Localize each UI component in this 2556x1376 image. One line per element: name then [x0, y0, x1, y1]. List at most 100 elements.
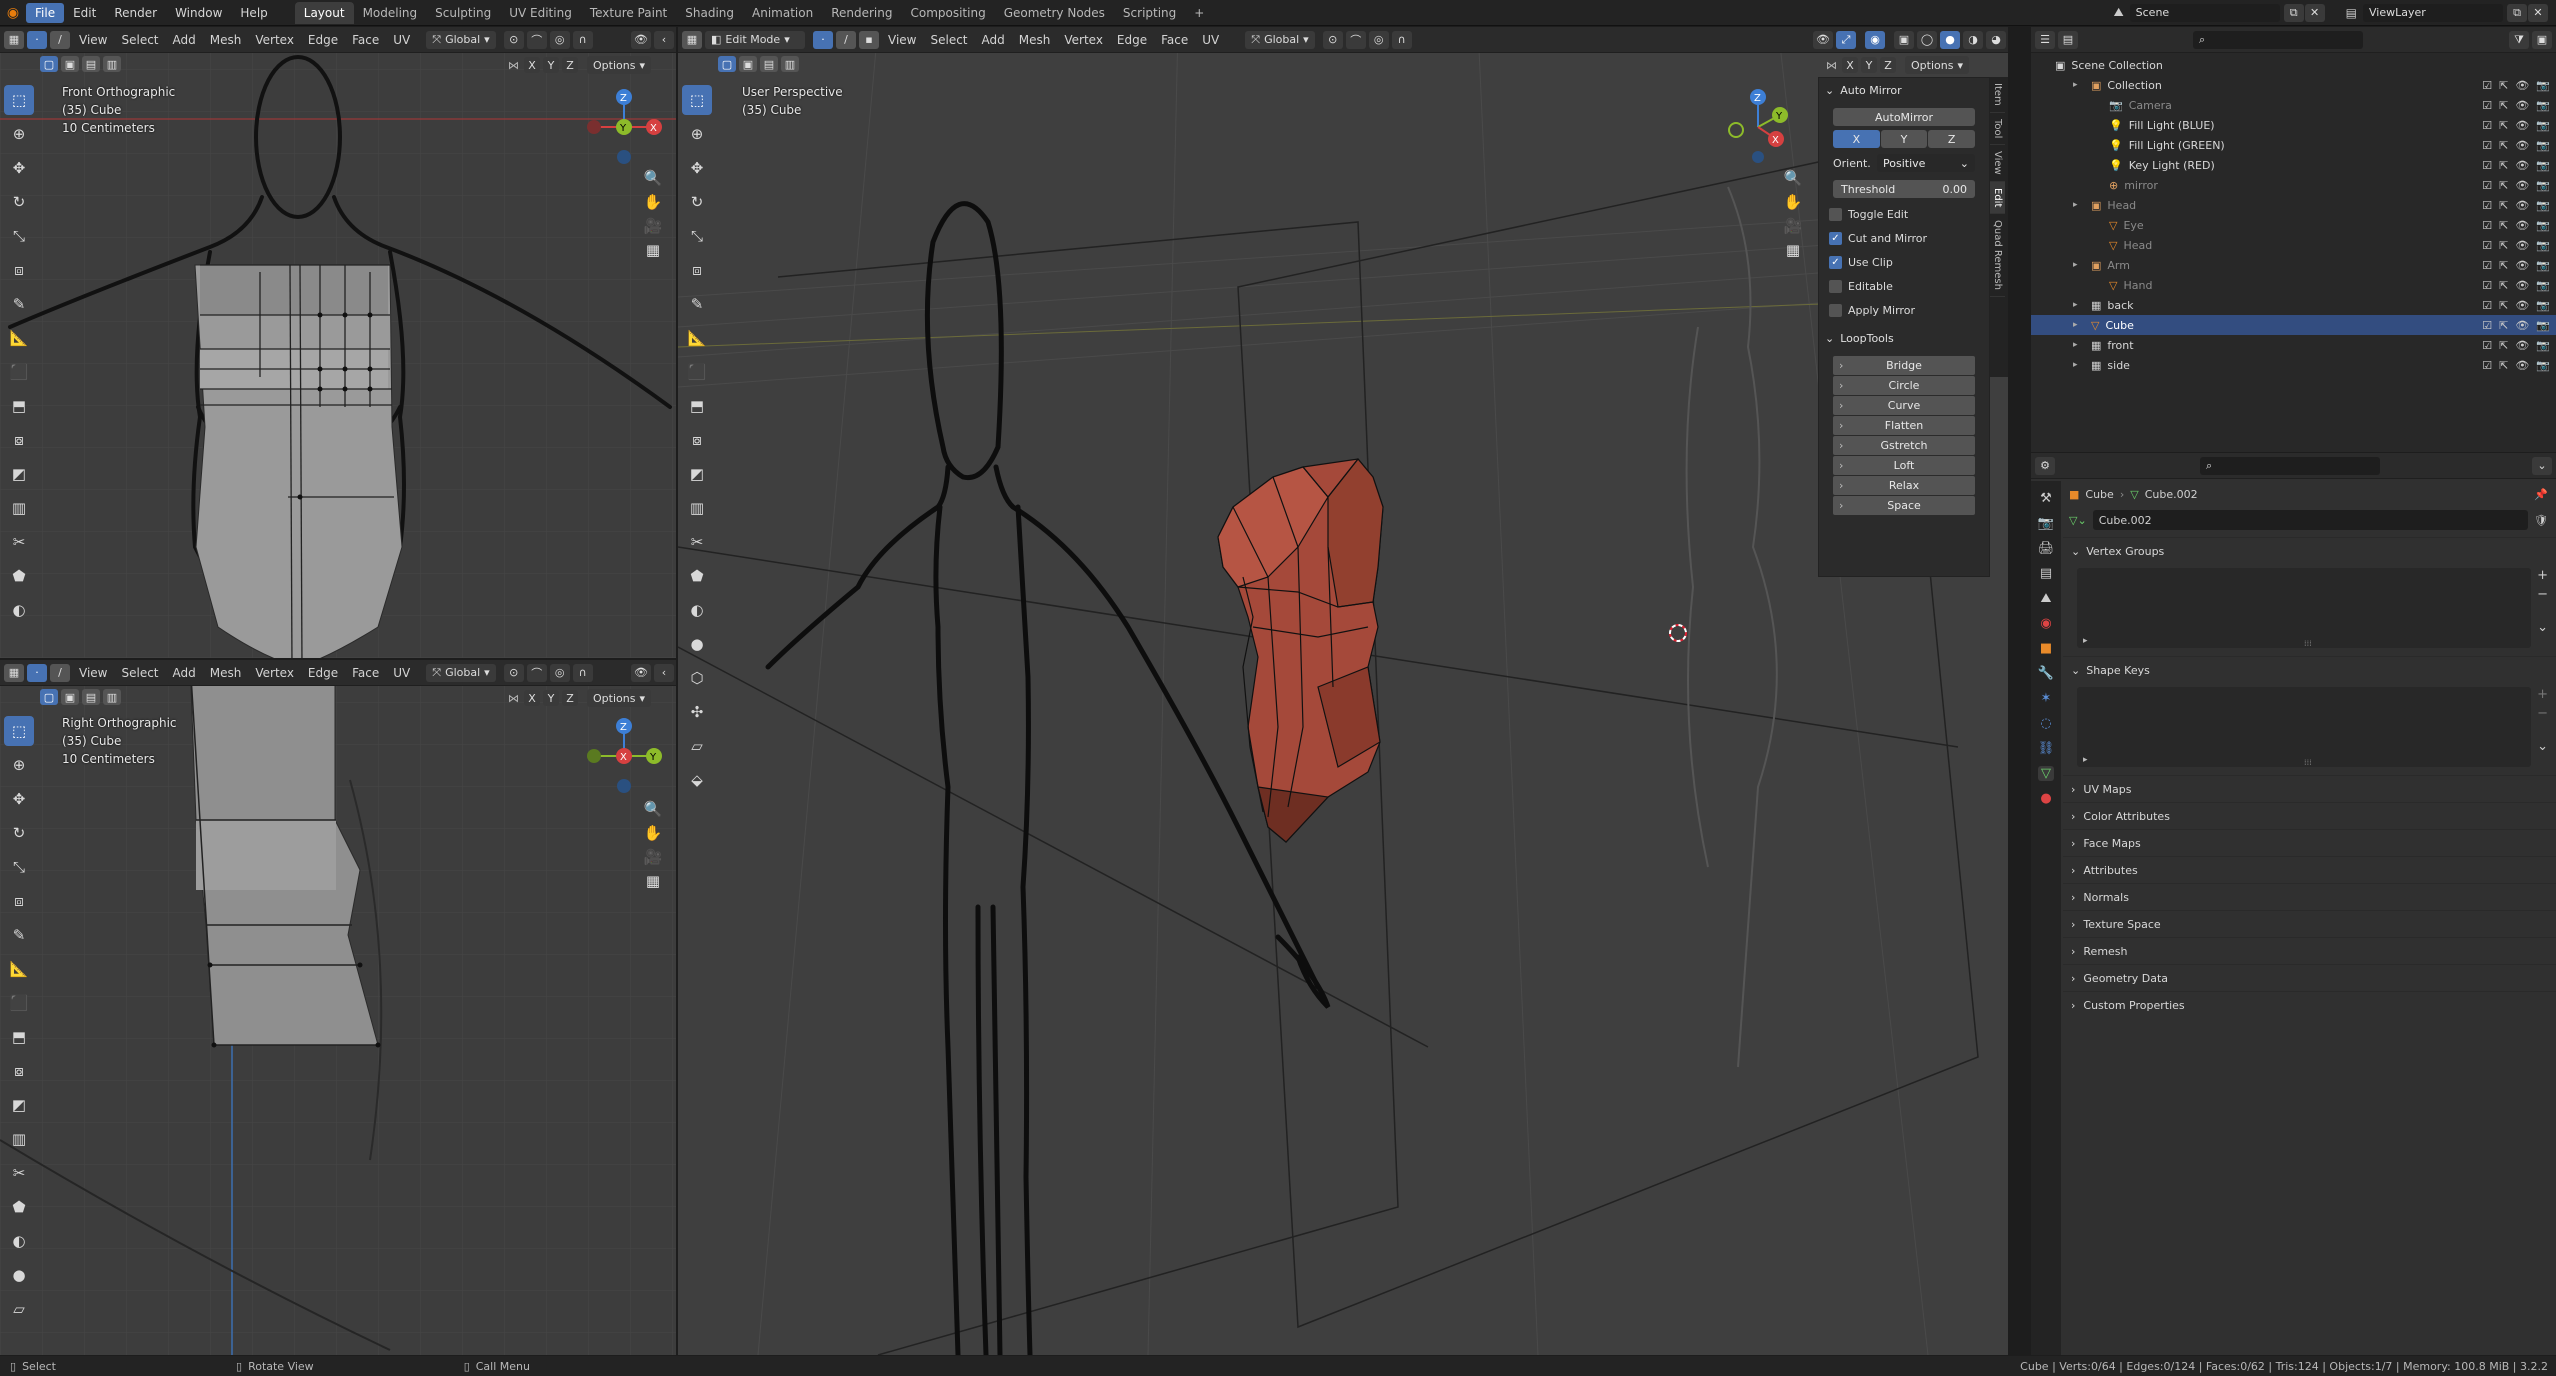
tab-shading[interactable]: Shading	[676, 2, 743, 24]
outliner-row[interactable]: ▸ ▦ back ☑ ⇱ 👁 📷	[2031, 295, 2556, 315]
camera-render-icon[interactable]: 📷	[2536, 159, 2550, 172]
camera-render-icon[interactable]: 📷	[2536, 319, 2550, 332]
loop-cut-tool[interactable]: ▥	[4, 493, 34, 523]
falloff-icon[interactable]: ∩	[572, 30, 593, 49]
outliner-row[interactable]: ▸ ▦ side ☑ ⇱ 👁 📷	[2031, 355, 2556, 375]
section-header[interactable]: › Normals	[2063, 883, 2556, 910]
menu-add[interactable]: Add	[167, 666, 202, 680]
filter-icon[interactable]: ⧩	[2509, 30, 2529, 49]
menu-add[interactable]: Add	[167, 33, 202, 47]
expand-arrow-icon[interactable]: ▸	[2073, 260, 2085, 270]
measure-tool[interactable]: 📐	[4, 323, 34, 353]
visibility-icon[interactable]: 👁	[1813, 30, 1833, 49]
menu-vertex[interactable]: Vertex	[249, 33, 300, 47]
checkbox-icon[interactable]: ☑	[2482, 179, 2492, 192]
select-box-tool[interactable]: ⬚	[682, 85, 712, 115]
menu-mesh[interactable]: Mesh	[204, 33, 248, 47]
checkbox-icon[interactable]: ☑	[2482, 199, 2492, 212]
extrude-tool[interactable]: ⬒	[4, 391, 34, 421]
grid-icon[interactable]: ▦	[646, 872, 660, 890]
editor-type-icon[interactable]: ▦	[4, 30, 24, 49]
mirror-z-toggle[interactable]: Z	[1880, 57, 1896, 73]
scene-collection-row[interactable]: ▣ Scene Collection	[2031, 55, 2556, 75]
view-visibility-icon[interactable]: 👁	[631, 663, 651, 682]
eye-icon[interactable]: 👁	[2515, 99, 2529, 112]
proportional-edit-icon[interactable]: ◎	[1368, 30, 1389, 49]
options-dropdown[interactable]: Options ▾	[587, 56, 651, 74]
front-ortho-viewport[interactable]: Z X Y ▦ · / View Select Add Mesh Vertex …	[0, 27, 676, 658]
shading-rendered-icon[interactable]: ◕	[1986, 30, 2006, 49]
select-icon[interactable]: ⇱	[2499, 79, 2508, 92]
add-cube-tool[interactable]: ⬛	[4, 357, 34, 387]
checkbox-icon[interactable]: ☑	[2482, 119, 2492, 132]
grid-icon[interactable]: ▦	[1786, 241, 1800, 259]
add-group-icon[interactable]: +	[2537, 568, 2548, 583]
delete-view-layer-icon[interactable]: ✕	[2528, 3, 2548, 22]
inset-tool[interactable]: ⧇	[4, 425, 34, 455]
knife-tool[interactable]: ✂	[4, 527, 34, 557]
menu-view[interactable]: View	[73, 33, 113, 47]
eye-icon[interactable]: 👁	[2515, 239, 2529, 252]
axis-z-button[interactable]: Z	[1928, 130, 1976, 148]
menu-uv[interactable]: UV	[387, 666, 416, 680]
select-icon[interactable]: ⇱	[2499, 99, 2508, 112]
mesh-data-name-field[interactable]: Cube.002	[2092, 510, 2529, 530]
outliner-row[interactable]: 📷 Camera ☑ ⇱ 👁 📷	[2031, 95, 2556, 115]
spin-tool[interactable]: ◐	[682, 595, 712, 625]
editor-type-icon[interactable]: ▦	[4, 663, 24, 682]
orient-dropdown[interactable]: Positive ⌄	[1877, 154, 1975, 172]
menu-uv[interactable]: UV	[1196, 33, 1225, 47]
checkbox-icon[interactable]: ☑	[2482, 99, 2492, 112]
snap-icon[interactable]: ⌒	[526, 663, 547, 682]
menu-select[interactable]: Select	[115, 33, 164, 47]
camera-icon[interactable]: 🎥	[644, 217, 663, 235]
shape-keys-listbox[interactable]: ⁞⁞⁞ ▸	[2077, 687, 2532, 767]
select-icon[interactable]: ⇱	[2499, 119, 2508, 132]
select-icon[interactable]: ⇱	[2499, 219, 2508, 232]
tab-layout[interactable]: Layout	[294, 1, 354, 24]
eye-icon[interactable]: 👁	[2515, 79, 2529, 92]
tab-item[interactable]: Item	[1990, 77, 2005, 113]
transform-tool[interactable]: ⧈	[4, 255, 34, 285]
inset-tool[interactable]: ⧇	[4, 1056, 34, 1086]
camera-render-icon[interactable]: 📷	[2536, 279, 2550, 292]
select-subtract-icon[interactable]: ▤	[82, 56, 100, 72]
blender-logo-icon[interactable]: ◉	[0, 5, 26, 21]
mesh-data-selector[interactable]: ▽⌄ Cube.002 🛡	[2069, 509, 2548, 531]
toggle-edit-checkbox[interactable]	[1829, 207, 1842, 221]
smooth-tool[interactable]: ●	[682, 629, 712, 659]
editor-type-icon[interactable]: ▦	[682, 30, 702, 49]
expand-arrow-icon[interactable]: ▸	[2073, 360, 2085, 370]
knife-tool[interactable]: ✂	[4, 1158, 34, 1188]
move-tool[interactable]: ✥	[4, 784, 34, 814]
menu-edge[interactable]: Edge	[1111, 33, 1153, 47]
menu-face[interactable]: Face	[346, 666, 385, 680]
camera-render-icon[interactable]: 📷	[2536, 239, 2550, 252]
loop-cut-tool[interactable]: ▥	[682, 493, 712, 523]
world-tab-icon[interactable]: ◉	[2040, 616, 2051, 631]
select-intersect-icon[interactable]: ▥	[103, 56, 121, 72]
bevel-tool[interactable]: ◩	[4, 1090, 34, 1120]
measure-tool[interactable]: 📐	[4, 954, 34, 984]
view-visibility-icon[interactable]: 👁	[631, 30, 651, 49]
vertex-groups-header[interactable]: ⌄ Vertex Groups	[2063, 537, 2556, 564]
checkbox-icon[interactable]: ☑	[2482, 259, 2492, 272]
checkbox-icon[interactable]: ☑	[2482, 79, 2492, 92]
remove-key-icon[interactable]: −	[2537, 706, 2548, 721]
eye-icon[interactable]: 👁	[2515, 299, 2529, 312]
annotate-tool[interactable]: ✎	[4, 289, 34, 319]
editable-row[interactable]: Editable	[1819, 274, 1989, 298]
tab-edit[interactable]: Edit	[1990, 181, 2005, 215]
outliner-row[interactable]: ▸ ▣ Head ☑ ⇱ 👁 📷	[2031, 195, 2556, 215]
spin-tool[interactable]: ◐	[4, 1226, 34, 1256]
vertex-select-icon[interactable]: ·	[27, 663, 47, 682]
new-collection-icon[interactable]: ▣	[2532, 30, 2552, 49]
camera-icon[interactable]: 🎥	[644, 848, 663, 866]
add-workspace-button[interactable]: +	[1185, 2, 1213, 24]
gizmo-toggle-icon[interactable]: ⤢	[1836, 30, 1856, 49]
menu-render[interactable]: Render	[105, 3, 166, 23]
move-tool[interactable]: ✥	[4, 153, 34, 183]
select-icon[interactable]: ⇱	[2499, 339, 2508, 352]
expand-arrow-icon[interactable]: ▸	[2073, 80, 2085, 90]
checkbox-icon[interactable]: ☑	[2482, 279, 2492, 292]
